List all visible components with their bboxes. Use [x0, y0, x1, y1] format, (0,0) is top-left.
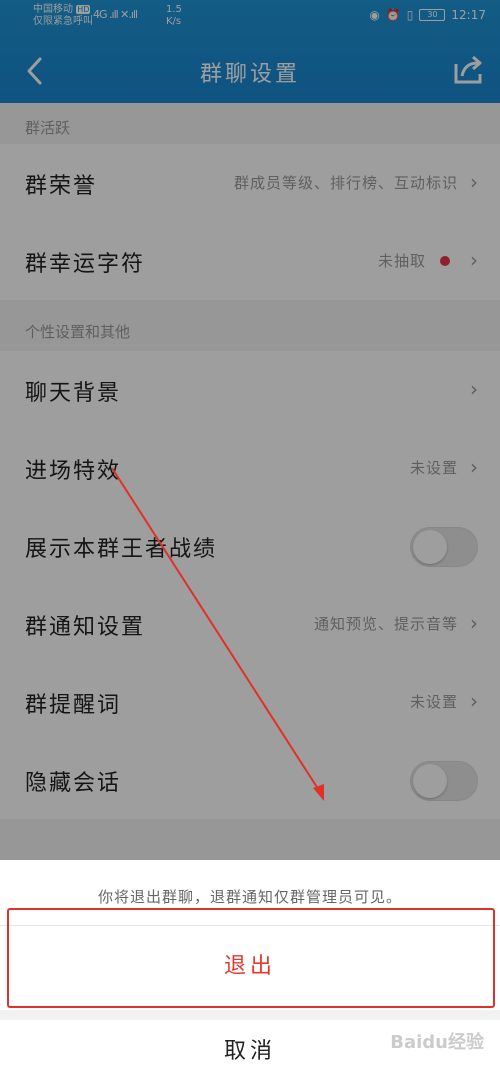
- watermark: Baidu经验: [390, 1032, 484, 1053]
- sheet-message: 你将退出群聊，退群通知仅群管理员可见。: [97, 888, 402, 906]
- modal-overlay[interactable]: [0, 0, 500, 860]
- divider: [0, 1010, 500, 1020]
- exit-action-sheet: 你将退出群聊，退群通知仅群管理员可见。 退出 取消 Baidu经验: [0, 860, 500, 1083]
- annotation-highlight-box: [7, 908, 495, 1008]
